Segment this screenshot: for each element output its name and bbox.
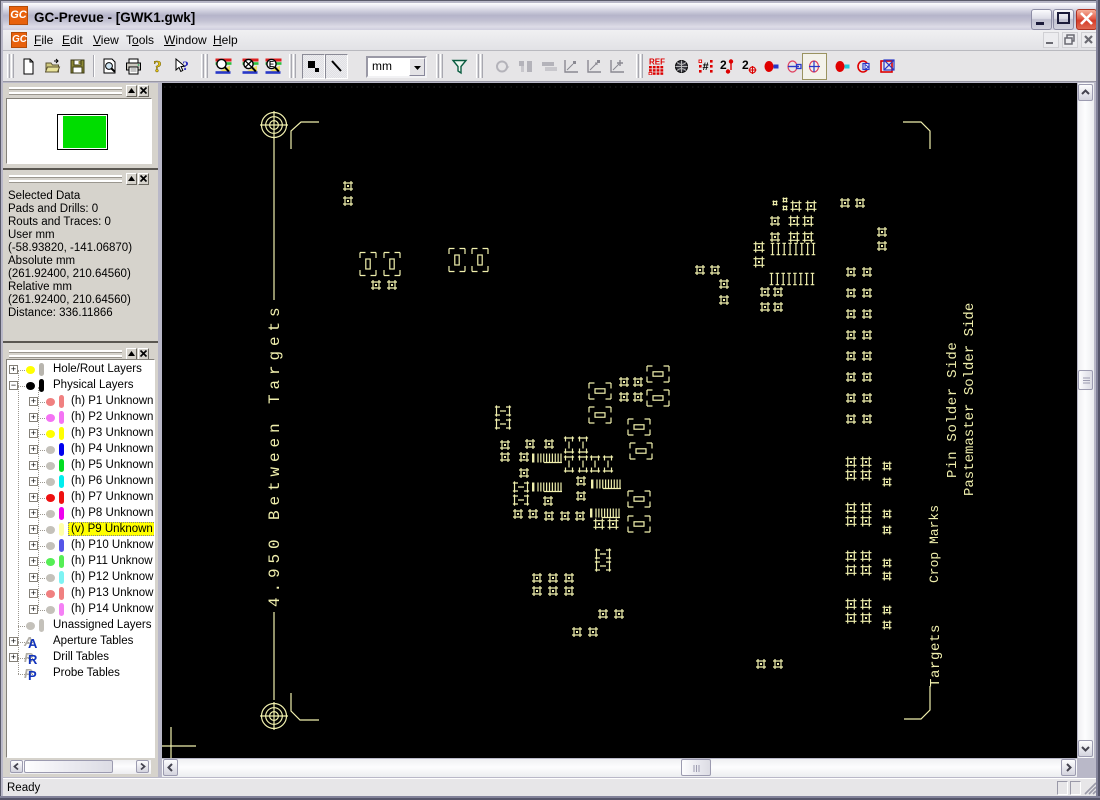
svg-text:Pastemaster Solder Side: Pastemaster Solder Side [962, 303, 978, 496]
svg-text:2: 2 [742, 58, 749, 72]
svg-text:E: E [268, 60, 274, 69]
svg-text:Crop Marks: Crop Marks [927, 505, 942, 583]
svg-text:Pin Solder Side: Pin Solder Side [945, 341, 961, 478]
svg-text:?: ? [182, 58, 189, 73]
svg-text:4.950 Between Targets: 4.950 Between Targets [266, 302, 284, 607]
svg-text:Targets: Targets [928, 624, 944, 687]
svg-text:REF: REF [649, 58, 665, 67]
svg-text:?: ? [153, 58, 162, 75]
svg-text:#: # [702, 61, 708, 73]
svg-text:2: 2 [720, 58, 727, 72]
